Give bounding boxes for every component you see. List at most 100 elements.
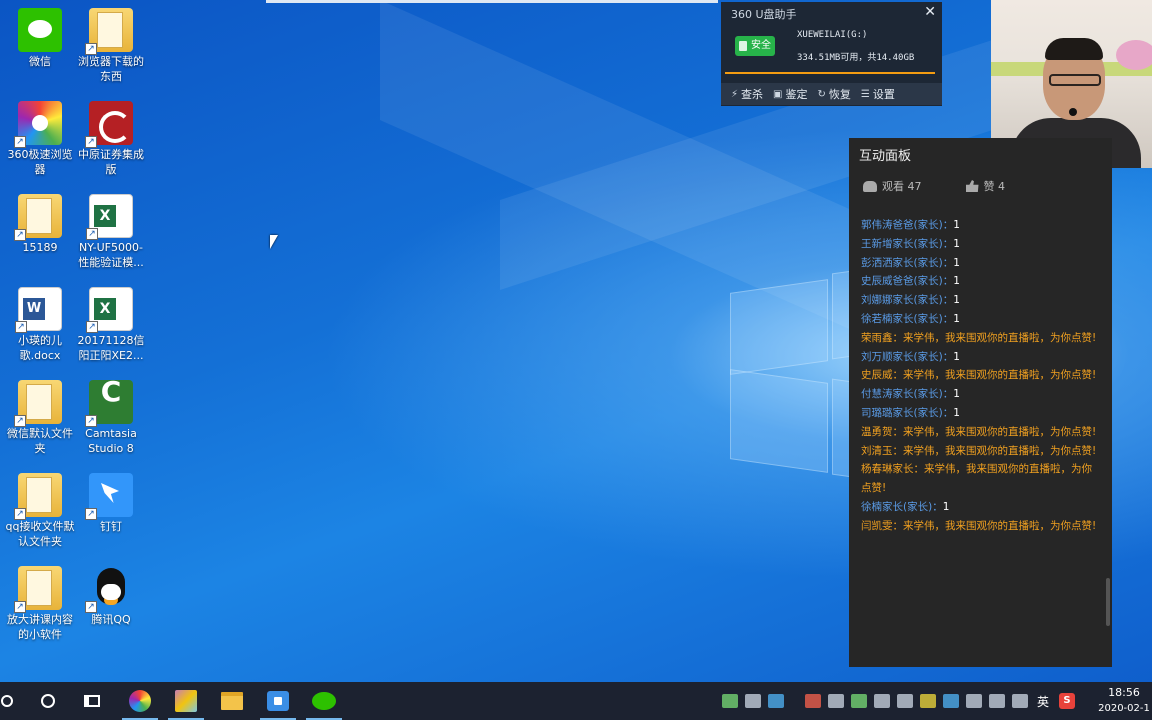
chat-message: 司璐璐家长(家长)：1 bbox=[861, 404, 1101, 423]
clock[interactable]: 18:56 2020-02-1 bbox=[1096, 685, 1152, 717]
usb-restore-label: 恢复 bbox=[828, 88, 851, 101]
chat-message: 史辰威：来学伟，我来围观你的直播啦，为你点赞! bbox=[861, 366, 1101, 385]
chat-message: 彭洒洒家长(家长)：1 bbox=[861, 254, 1101, 273]
chat-text: 来学伟，我来围观你的直播啦，为你点赞! bbox=[903, 369, 1097, 382]
desktop-icon-label: 15189 bbox=[22, 241, 58, 254]
keyboard-icon[interactable] bbox=[874, 694, 890, 708]
interaction-panel: 互动面板 观看 47 赞 4 郭伟涛爸爸(家长)：1 王新增家长(家长)：1 彭洒洒… bbox=[849, 138, 1112, 667]
usb-tray-icon[interactable] bbox=[828, 694, 844, 708]
shortcut-arrow-icon: ↗ bbox=[85, 508, 97, 520]
panel-title: 互动面板 bbox=[859, 149, 912, 164]
usb-helper-menu: ⚡ 查杀 ▣ 鉴定 ↻ 恢复 ☰ 设置 bbox=[721, 83, 942, 105]
desktop-icon-label: 微信默认文件夹 bbox=[7, 427, 73, 455]
power-icon[interactable] bbox=[966, 694, 982, 708]
like-count[interactable]: 赞 4 bbox=[965, 178, 1005, 194]
desktop-icon[interactable]: ↗ 放大讲课内容的小软件 bbox=[4, 566, 76, 642]
shortcut-arrow-icon: ↗ bbox=[14, 601, 26, 613]
zhongyuan-securities-icon: ↗ bbox=[85, 101, 133, 148]
microphone-icon[interactable] bbox=[745, 694, 761, 708]
taskbar-wechat[interactable] bbox=[302, 682, 346, 720]
desktop-icon[interactable]: ↗ 腾讯QQ bbox=[75, 566, 147, 627]
desktop-icon[interactable]: ↗ 中原证券集成版 bbox=[75, 101, 147, 177]
chat-sender: 付慧涛家长(家长)： bbox=[861, 388, 954, 401]
desktop-icon[interactable]: ↗Camtasia Studio 8 bbox=[75, 380, 147, 456]
chat-bubble-icon[interactable] bbox=[768, 694, 784, 708]
desktop-icon[interactable]: ↗小瑛的儿歌.docx bbox=[4, 287, 76, 363]
wechat-icon bbox=[18, 8, 62, 52]
shortcut-arrow-icon: ↗ bbox=[14, 415, 26, 427]
desktop-icon[interactable]: ↗ 微信默认文件夹 bbox=[4, 380, 76, 456]
input-language[interactable]: 英 bbox=[1037, 693, 1049, 710]
clock-date: 2020-02-1 bbox=[1098, 703, 1150, 714]
chat-sender: 杨春琳家长： bbox=[861, 463, 924, 476]
usb-scan-button[interactable]: ⚡ 查杀 bbox=[731, 86, 763, 102]
chat-message: 郭伟涛爸爸(家长)：1 bbox=[861, 216, 1101, 235]
chat-text: 来学伟，我来围观你的直播啦，为你点赞! bbox=[903, 444, 1097, 457]
file-explorer-icon bbox=[221, 692, 243, 710]
task-view-button[interactable] bbox=[70, 682, 114, 720]
lock-icon: ▣ bbox=[773, 88, 783, 100]
desktop-icon-label: NY-UF5000-性能验证模... bbox=[78, 241, 144, 269]
desktop-icon[interactable]: ↗ qq接收文件默认文件夹 bbox=[4, 473, 76, 549]
monitor-icon[interactable] bbox=[897, 694, 913, 708]
chat-message: 闫凯雯：来学伟，我来围观你的直播啦，为你点赞! bbox=[861, 517, 1101, 536]
chat-sender: 司璐璐家长(家长)： bbox=[861, 406, 954, 419]
chat-message: 刘万顺家长(家长)：1 bbox=[861, 348, 1101, 367]
wifi-icon[interactable] bbox=[989, 694, 1005, 708]
chat-message: 荣雨鑫：来学伟，我来围观你的直播啦，为你点赞! bbox=[861, 329, 1101, 348]
sogou-input-icon[interactable]: S bbox=[1059, 693, 1076, 709]
desktop-icon[interactable]: ↗20171128信阳正阳XE2... bbox=[75, 287, 147, 363]
chat-message: 史辰威爸爸(家长)：1 bbox=[861, 272, 1101, 291]
battery-icon[interactable] bbox=[722, 694, 738, 708]
chat-text: 1 bbox=[942, 500, 950, 513]
shortcut-arrow-icon: ↗ bbox=[85, 43, 97, 55]
desktop-icon[interactable]: ↗ 15189 bbox=[4, 194, 76, 255]
desktop-icon-label: 钉钉 bbox=[100, 520, 122, 533]
taskbar-screen-recorder[interactable] bbox=[256, 682, 300, 720]
desktop-icon-label: 20171128信阳正阳XE2... bbox=[77, 334, 145, 362]
usb-restore-button[interactable]: ↻ 恢复 bbox=[817, 86, 850, 102]
shortcut-arrow-icon: ↗ bbox=[85, 415, 97, 427]
close-icon[interactable]: ✕ bbox=[924, 4, 936, 20]
window-top-edge bbox=[266, 0, 718, 3]
cortana-button[interactable] bbox=[26, 682, 70, 720]
windows-logo bbox=[728, 268, 852, 478]
desktop-icon[interactable]: 微信 bbox=[4, 8, 76, 69]
usb-identify-button[interactable]: ▣ 鉴定 bbox=[773, 86, 807, 102]
shortcut-arrow-icon: ↗ bbox=[86, 321, 98, 333]
chat-text: 来学伟，我来围观你的直播啦，为你点赞! bbox=[903, 519, 1097, 532]
desktop-icon[interactable]: ↗ 360极速浏览器 bbox=[4, 101, 76, 177]
desktop-icon-label: 微信 bbox=[29, 55, 51, 68]
volume-icon[interactable] bbox=[1012, 694, 1028, 708]
taskbar-photo-viewer[interactable] bbox=[164, 682, 208, 720]
folder-icon: ↗ bbox=[85, 8, 133, 55]
desktop-icon[interactable]: ↗NY-UF5000-性能验证模... bbox=[75, 194, 147, 270]
shortcut-arrow-icon: ↗ bbox=[86, 228, 98, 240]
usb-settings-label: 设置 bbox=[872, 88, 895, 101]
chat-sender: 史辰威爸爸(家长)： bbox=[861, 275, 954, 288]
chat-text: 1 bbox=[953, 350, 960, 363]
safe-status-badge: 安全 bbox=[735, 36, 775, 56]
photo-viewer-icon bbox=[175, 690, 197, 712]
chat-scrollbar[interactable] bbox=[1106, 578, 1110, 626]
wechat-tray-icon[interactable] bbox=[851, 694, 867, 708]
folder-icon: ↗ bbox=[14, 380, 62, 427]
desktop-icon-label: 腾讯QQ bbox=[91, 613, 131, 626]
usb-settings-button[interactable]: ☰ 设置 bbox=[861, 86, 895, 102]
desktop-icon[interactable]: ↗ 浏览器下载的东西 bbox=[75, 8, 147, 84]
search-button[interactable] bbox=[0, 682, 22, 720]
bluetooth-icon[interactable] bbox=[943, 694, 959, 708]
desktop-icon-label: Camtasia Studio 8 bbox=[85, 427, 137, 455]
desktop-icon-label: 放大讲课内容的小软件 bbox=[7, 613, 73, 641]
360-guard-icon[interactable] bbox=[920, 694, 936, 708]
taskbar-360-browser[interactable] bbox=[118, 682, 162, 720]
desktop-icon[interactable]: ↗ 钉钉 bbox=[75, 473, 147, 534]
taskbar-file-explorer[interactable] bbox=[210, 682, 254, 720]
chat-text: 1 bbox=[953, 388, 960, 401]
qq-tray-icon[interactable] bbox=[805, 694, 821, 708]
chat-text: 1 bbox=[953, 275, 960, 288]
chat-sender: 徐若楠家长(家长)： bbox=[861, 312, 954, 325]
chat-sender: 徐楠家长(家长)： bbox=[861, 500, 943, 513]
chat-text: 1 bbox=[953, 406, 960, 419]
wechat-icon bbox=[312, 692, 336, 710]
